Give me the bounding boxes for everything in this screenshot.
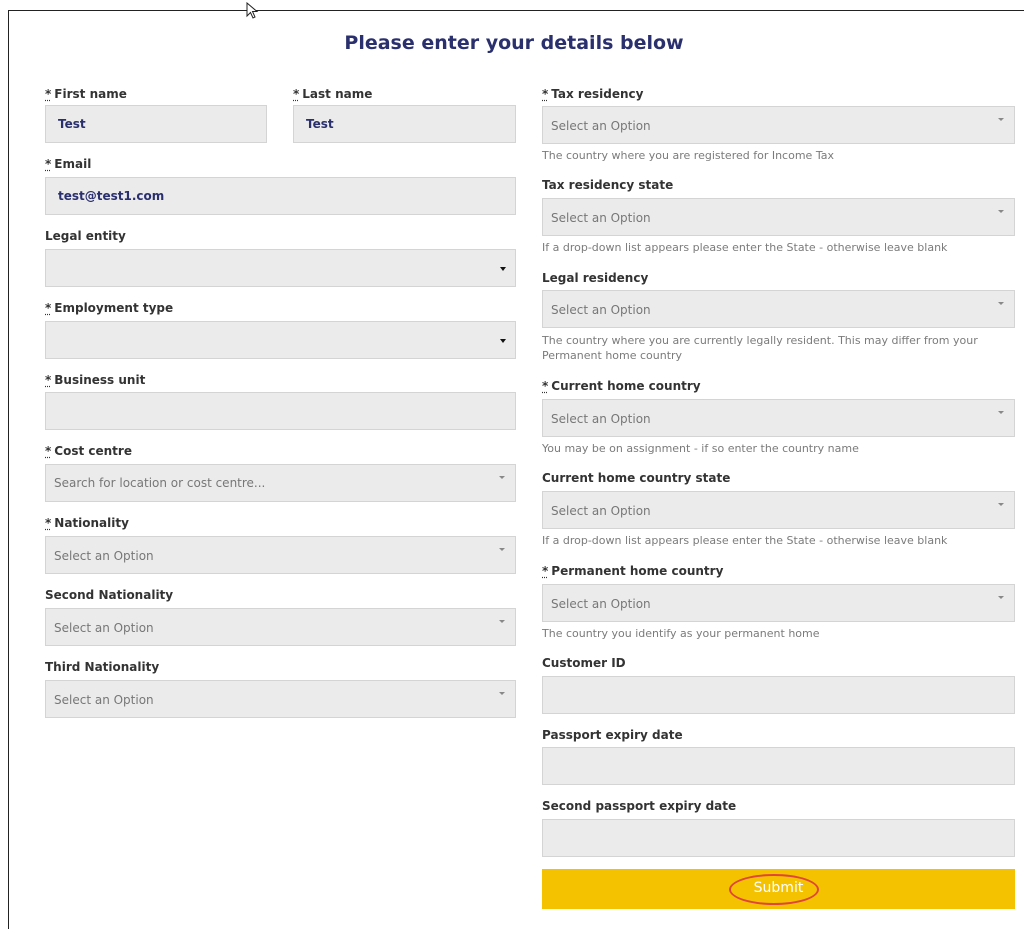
legal-entity-select[interactable] bbox=[45, 249, 516, 287]
tax-residency-state-select[interactable]: Select an Option bbox=[542, 198, 1015, 236]
tax-residency-state-label: Tax residency state bbox=[542, 178, 674, 192]
required-marker: * bbox=[45, 301, 52, 315]
current-home-country-label: * Current home country bbox=[542, 379, 701, 393]
permanent-home-country-hint: The country you identify as your permane… bbox=[542, 627, 820, 640]
cost-centre-search[interactable] bbox=[45, 464, 516, 502]
required-marker: * bbox=[293, 87, 300, 101]
second-nationality-label: Second Nationality bbox=[45, 588, 174, 602]
permanent-home-country-select[interactable]: Select an Option bbox=[542, 584, 1015, 622]
current-home-country-state-select[interactable]: Select an Option bbox=[542, 491, 1015, 529]
nationality-placeholder: Select an Option bbox=[54, 549, 154, 563]
tax-residency-label: * Tax residency bbox=[542, 87, 644, 101]
passport-expiry-field[interactable] bbox=[542, 747, 1015, 785]
required-marker: * bbox=[45, 516, 52, 530]
caret-down-icon bbox=[500, 267, 506, 271]
permanent-home-country-label: * Permanent home country bbox=[542, 564, 724, 578]
last-name-value: Test bbox=[306, 117, 334, 131]
submit-button[interactable]: Submit bbox=[542, 869, 1015, 909]
current-home-country-state-hint: If a drop-down list appears please enter… bbox=[542, 534, 948, 547]
current-home-country-state-placeholder: Select an Option bbox=[551, 504, 651, 518]
permanent-home-country-placeholder: Select an Option bbox=[551, 597, 651, 611]
first-name-field[interactable]: Test bbox=[45, 105, 267, 143]
tax-residency-hint: The country where you are registered for… bbox=[542, 149, 834, 162]
legal-residency-placeholder: Select an Option bbox=[551, 303, 651, 317]
first-name-label: * First name bbox=[45, 87, 127, 101]
legal-residency-label: Legal residency bbox=[542, 271, 649, 285]
nationality-label: * Nationality bbox=[45, 516, 129, 530]
email-value: test@test1.com bbox=[58, 189, 165, 203]
page-title: Please enter your details below bbox=[344, 32, 684, 54]
tax-residency-select[interactable]: Select an Option bbox=[542, 106, 1015, 144]
current-home-country-state-label: Current home country state bbox=[542, 471, 731, 485]
caret-down-icon bbox=[998, 503, 1004, 506]
mouse-pointer-icon bbox=[246, 2, 259, 19]
customer-id-field[interactable] bbox=[542, 676, 1015, 714]
current-home-country-select[interactable]: Select an Option bbox=[542, 399, 1015, 437]
required-marker: * bbox=[542, 379, 549, 393]
employment-type-label: * Employment type bbox=[45, 301, 174, 315]
caret-down-icon bbox=[499, 548, 505, 551]
current-home-country-hint: You may be on assignment - if so enter t… bbox=[542, 442, 859, 455]
second-passport-expiry-label: Second passport expiry date bbox=[542, 799, 737, 813]
caret-down-icon bbox=[998, 210, 1004, 213]
required-marker: * bbox=[542, 564, 549, 578]
required-marker: * bbox=[45, 87, 52, 101]
second-nationality-select[interactable]: Select an Option bbox=[45, 608, 516, 646]
legal-entity-label: Legal entity bbox=[45, 229, 126, 243]
business-unit-field[interactable] bbox=[45, 392, 516, 430]
email-field[interactable]: test@test1.com bbox=[45, 177, 516, 215]
legal-residency-select[interactable]: Select an Option bbox=[542, 290, 1015, 328]
caret-down-icon bbox=[998, 411, 1004, 414]
required-marker: * bbox=[45, 373, 52, 387]
submit-label: Submit bbox=[753, 880, 804, 896]
customer-id-label: Customer ID bbox=[542, 656, 626, 670]
second-nationality-placeholder: Select an Option bbox=[54, 621, 154, 635]
current-home-country-placeholder: Select an Option bbox=[551, 412, 651, 426]
cost-centre-input[interactable] bbox=[46, 465, 515, 501]
second-passport-expiry-field[interactable] bbox=[542, 819, 1015, 857]
cost-centre-label: * Cost centre bbox=[45, 444, 132, 458]
email-label: * Email bbox=[45, 157, 92, 171]
first-name-value: Test bbox=[58, 117, 86, 131]
required-marker: * bbox=[45, 157, 52, 171]
business-unit-label: * Business unit bbox=[45, 373, 146, 387]
legal-residency-hint-line2: Permanent home country bbox=[542, 349, 683, 362]
tax-residency-state-placeholder: Select an Option bbox=[551, 211, 651, 225]
caret-down-icon bbox=[500, 339, 506, 343]
last-name-label: * Last name bbox=[293, 87, 373, 101]
caret-down-icon bbox=[499, 476, 505, 479]
caret-down-icon bbox=[499, 692, 505, 695]
third-nationality-label: Third Nationality bbox=[45, 660, 160, 674]
employment-type-select[interactable] bbox=[45, 321, 516, 359]
nationality-select[interactable]: Select an Option bbox=[45, 536, 516, 574]
caret-down-icon bbox=[998, 118, 1004, 121]
required-marker: * bbox=[45, 444, 52, 458]
tax-residency-state-hint: If a drop-down list appears please enter… bbox=[542, 241, 948, 254]
legal-residency-hint-line1: The country where you are currently lega… bbox=[542, 334, 978, 347]
caret-down-icon bbox=[998, 596, 1004, 599]
tax-residency-placeholder: Select an Option bbox=[551, 119, 651, 133]
passport-expiry-label: Passport expiry date bbox=[542, 728, 683, 742]
caret-down-icon bbox=[998, 302, 1004, 305]
last-name-field[interactable]: Test bbox=[293, 105, 516, 143]
required-marker: * bbox=[542, 87, 549, 101]
caret-down-icon bbox=[499, 620, 505, 623]
third-nationality-select[interactable]: Select an Option bbox=[45, 680, 516, 718]
third-nationality-placeholder: Select an Option bbox=[54, 693, 154, 707]
